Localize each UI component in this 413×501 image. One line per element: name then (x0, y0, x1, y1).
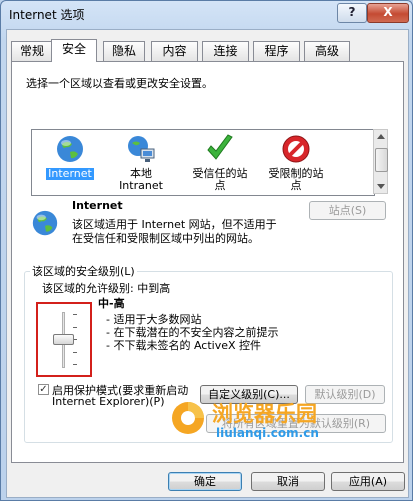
title-bar[interactable]: Internet 选项 ? X (1, 1, 412, 27)
check-icon (207, 134, 233, 160)
scroll-up-icon[interactable] (377, 134, 385, 139)
slider-tick (73, 314, 77, 315)
zone-label-restricted: 受限制的站 点 (268, 167, 324, 192)
zone-list: Internet 本地 Intranet 受信任的站 点 受限制的站 点 (31, 129, 375, 196)
sites-button[interactable]: 站点(S) (309, 201, 386, 220)
zone-label-trusted: 受信任的站 点 (192, 167, 248, 192)
tab-connections[interactable]: 连接 (202, 41, 249, 61)
tab-privacy[interactable]: 隐私 (103, 41, 145, 61)
protected-mode-checkbox[interactable]: ✓ (38, 384, 49, 395)
intranet-icon (128, 136, 155, 162)
zone-label-intranet: 本地 Intranet (119, 167, 163, 192)
tab-advanced[interactable]: 高级 (304, 41, 350, 61)
ok-button[interactable]: 确定 (168, 472, 242, 491)
zone-internet[interactable]: Internet (39, 133, 101, 180)
tab-content[interactable]: 内容 (151, 41, 198, 61)
scroll-down-icon[interactable] (377, 184, 385, 189)
watermark-title: 浏览器乐园 (212, 402, 317, 426)
level-bullet-3: - 不下载未签名的 ActiveX 控件 (106, 339, 262, 352)
tab-security[interactable]: 安全 (51, 39, 97, 62)
security-level-title: 该区域的安全级别(L) (30, 263, 137, 279)
window-title: Internet 选项 (9, 8, 85, 22)
no-entry-icon (282, 135, 310, 163)
globe-icon (57, 136, 83, 162)
slider-tick (73, 364, 77, 365)
zone-restricted[interactable]: 受限制的站 点 (260, 133, 332, 192)
zone-trusted[interactable]: 受信任的站 点 (184, 133, 256, 192)
close-button[interactable]: X (367, 3, 409, 23)
help-button[interactable]: ? (337, 3, 367, 23)
tab-programs[interactable]: 程序 (253, 41, 300, 61)
zone-intranet[interactable]: 本地 Intranet (110, 133, 172, 192)
watermark: 浏览器乐园 liulanqi.com.cn (170, 396, 380, 446)
zone-instruction: 选择一个区域以查看或更改安全设置。 (26, 77, 213, 90)
slider-tick (73, 326, 77, 328)
tab-general[interactable]: 常规 (11, 41, 53, 61)
security-level-slider[interactable] (36, 302, 92, 377)
zone-list-scrollbar[interactable] (373, 129, 388, 194)
slider-thumb[interactable] (53, 334, 74, 345)
globe-icon (32, 210, 58, 236)
scroll-thumb[interactable] (375, 148, 388, 172)
allowed-levels-text: 该区域的允许级别: 中到高 (42, 282, 171, 295)
apply-button[interactable]: 应用(A) (331, 472, 405, 491)
security-level-name: 中-高 (98, 297, 125, 310)
slider-tick (73, 351, 77, 353)
zone-description-line-2: 在受信任和受限制区域中列出的网站。 (72, 232, 259, 245)
protected-mode-label-2: Internet Explorer)(P) (52, 395, 165, 408)
watermark-logo-icon (172, 402, 204, 434)
zone-title: Internet (72, 199, 123, 212)
cancel-button[interactable]: 取消 (251, 472, 325, 491)
zone-label-internet: Internet (46, 167, 94, 180)
watermark-url: liulanqi.com.cn (216, 426, 319, 440)
